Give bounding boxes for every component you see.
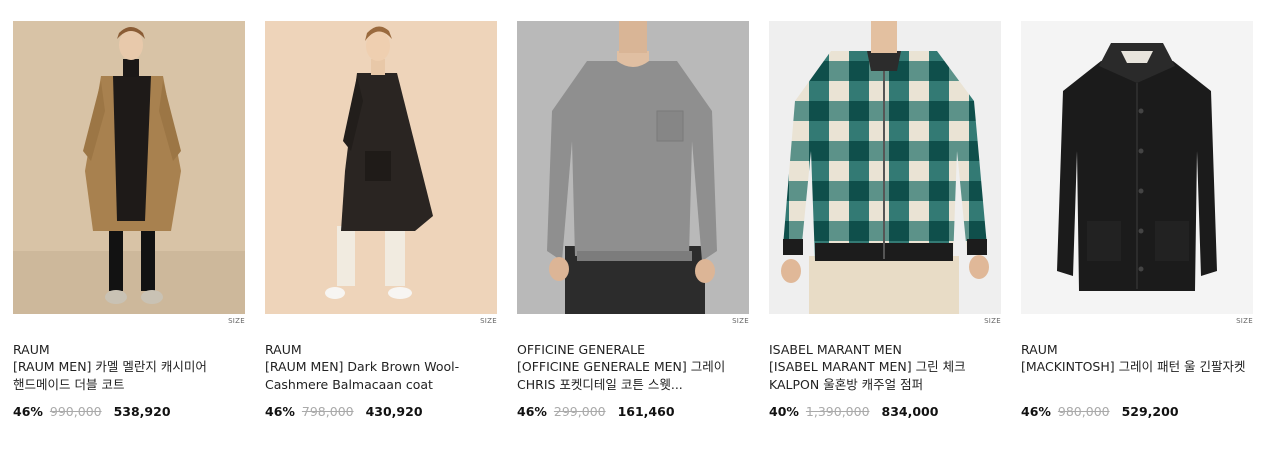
sale-price: 538,920 <box>113 404 171 419</box>
camel-coat-model-image <box>13 21 245 314</box>
discount-rate: 46% <box>13 404 43 419</box>
discount-rate: 46% <box>1021 404 1051 419</box>
sale-price: 161,460 <box>617 404 675 419</box>
discount-rate: 40% <box>769 404 799 419</box>
original-price: 798,000 <box>301 404 354 419</box>
product-image[interactable] <box>265 21 497 314</box>
discount-rate: 46% <box>265 404 295 419</box>
product-card[interactable]: SIZE OFFICINE GENERALE [OFFICINE GENERAL… <box>517 21 749 420</box>
original-price: 990,000 <box>49 404 102 419</box>
product-brand[interactable]: RAUM <box>1021 341 1253 358</box>
price-row: 46% 990,000 538,920 <box>13 404 245 420</box>
product-title[interactable]: [RAUM MEN] Dark Brown Wool-Cashmere Balm… <box>265 358 497 394</box>
product-card[interactable]: SIZE ISABEL MARANT MEN [ISABEL MARANT ME… <box>769 21 1001 420</box>
product-grid: SIZE RAUM [RAUM MEN] 카멜 멜란지 캐시미어 핸드메이드 더… <box>13 21 1253 420</box>
product-image[interactable] <box>1021 21 1253 314</box>
size-label[interactable]: SIZE <box>13 315 245 327</box>
product-image[interactable] <box>13 21 245 314</box>
product-title[interactable]: [OFFICINE GENERALE MEN] 그레이 CHRIS 포켓디테일 … <box>517 358 749 394</box>
price-row: 40% 1,390,000 834,000 <box>769 404 1001 420</box>
product-card[interactable]: SIZE RAUM [MACKINTOSH] 그레이 패턴 울 긴팔자켓 46%… <box>1021 21 1253 420</box>
original-price: 299,000 <box>553 404 606 419</box>
price-row: 46% 980,000 529,200 <box>1021 404 1253 420</box>
size-label[interactable]: SIZE <box>265 315 497 327</box>
size-label[interactable]: SIZE <box>769 315 1001 327</box>
price-row: 46% 299,000 161,460 <box>517 404 749 420</box>
product-title[interactable]: [MACKINTOSH] 그레이 패턴 울 긴팔자켓 <box>1021 358 1253 394</box>
product-brand[interactable]: ISABEL MARANT MEN <box>769 341 1001 358</box>
grey-sweatshirt-model-image <box>517 21 749 314</box>
product-title[interactable]: [ISABEL MARANT MEN] 그린 체크 KALPON 울혼방 캐주얼… <box>769 358 1001 394</box>
size-label[interactable]: SIZE <box>1021 315 1253 327</box>
discount-rate: 46% <box>517 404 547 419</box>
original-price: 1,390,000 <box>805 404 870 419</box>
product-card[interactable]: SIZE RAUM [RAUM MEN] 카멜 멜란지 캐시미어 핸드메이드 더… <box>13 21 245 420</box>
original-price: 980,000 <box>1057 404 1110 419</box>
black-jacket-flat-image <box>1021 21 1253 314</box>
size-label[interactable]: SIZE <box>517 315 749 327</box>
product-image[interactable] <box>517 21 749 314</box>
product-brand[interactable]: RAUM <box>265 341 497 358</box>
sale-price: 529,200 <box>1121 404 1179 419</box>
product-image[interactable] <box>769 21 1001 314</box>
dark-brown-coat-model-image <box>265 21 497 314</box>
sale-price: 430,920 <box>365 404 423 419</box>
green-check-jumper-model-image <box>769 21 1001 314</box>
product-title[interactable]: [RAUM MEN] 카멜 멜란지 캐시미어 핸드메이드 더블 코트 <box>13 358 245 394</box>
product-brand[interactable]: OFFICINE GENERALE <box>517 341 749 358</box>
product-card[interactable]: SIZE RAUM [RAUM MEN] Dark Brown Wool-Cas… <box>265 21 497 420</box>
sale-price: 834,000 <box>881 404 939 419</box>
product-brand[interactable]: RAUM <box>13 341 245 358</box>
price-row: 46% 798,000 430,920 <box>265 404 497 420</box>
